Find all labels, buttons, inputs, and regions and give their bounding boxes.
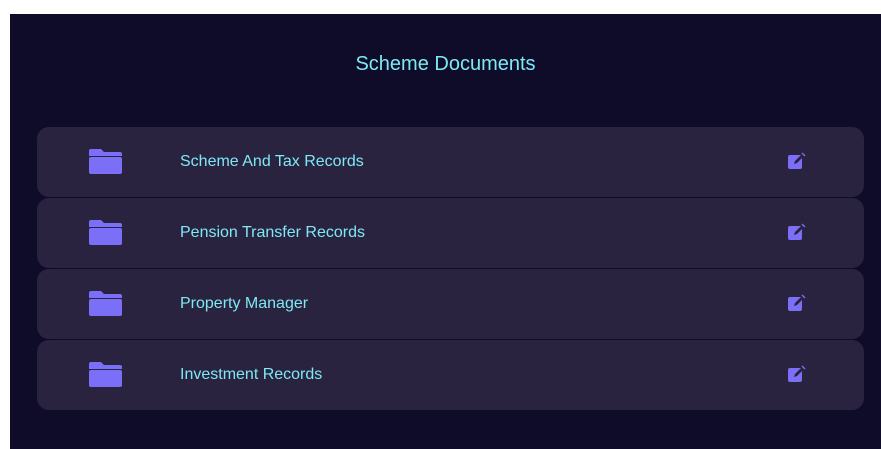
documents-panel: Scheme Documents Scheme And Tax Records … [10,14,881,449]
folder-icon [89,220,122,245]
document-label[interactable]: Property Manager [180,269,308,339]
document-list: Scheme And Tax Records Pension Transfer … [37,127,864,411]
edit-icon[interactable] [788,294,806,312]
document-row-scheme-and-tax-records[interactable]: Scheme And Tax Records [37,127,864,197]
document-row-property-manager[interactable]: Property Manager [37,269,864,339]
document-label[interactable]: Scheme And Tax Records [180,127,364,197]
document-label[interactable]: Investment Records [180,340,322,410]
edit-icon[interactable] [788,152,806,170]
folder-icon [89,149,122,174]
folder-icon [89,362,122,387]
page-title: Scheme Documents [355,53,536,75]
document-label[interactable]: Pension Transfer Records [180,198,365,268]
document-row-investment-records[interactable]: Investment Records [37,340,864,410]
edit-icon[interactable] [788,223,806,241]
edit-icon[interactable] [788,365,806,383]
document-row-pension-transfer-records[interactable]: Pension Transfer Records [37,198,864,268]
folder-icon [89,291,122,316]
